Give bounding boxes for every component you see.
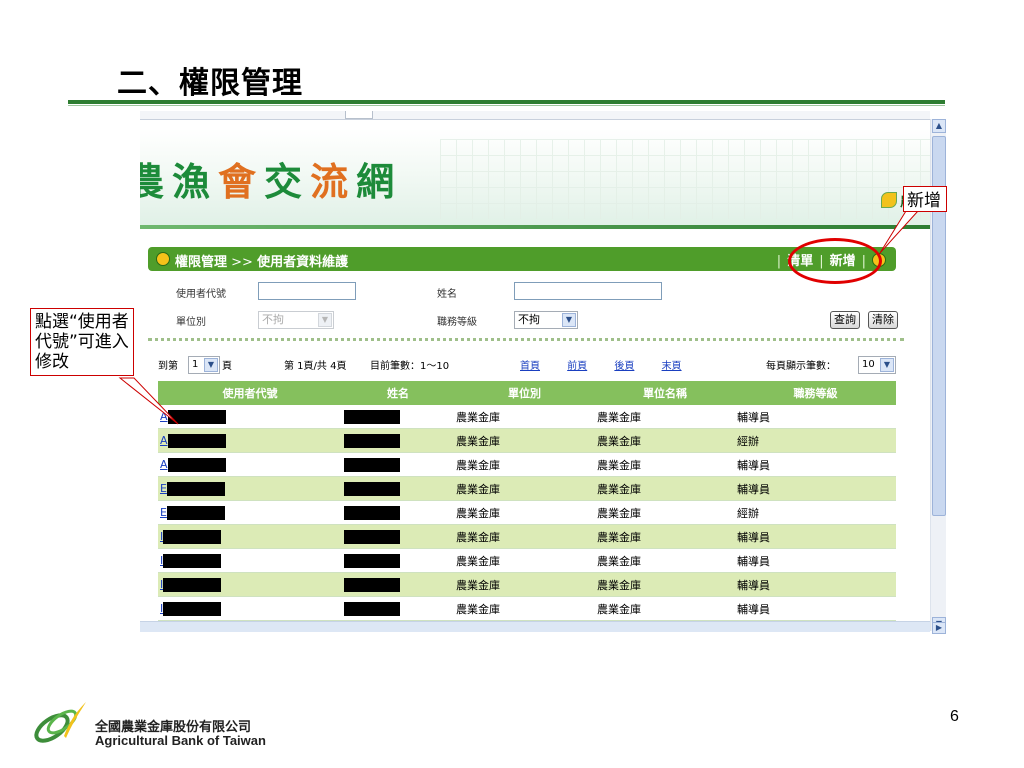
page-number: 6 [950,708,959,725]
add-callout-pointer [879,210,920,254]
hint-callout-pointer [118,377,179,425]
callout-pointers [118,210,920,425]
hint-callout: 點選“使用者代號”可進入修改 [30,308,134,376]
bank-logo-icon [34,702,86,743]
add-callout: 新增 [903,186,947,212]
footer-company-en: Agricultural Bank of Taiwan [95,733,266,748]
